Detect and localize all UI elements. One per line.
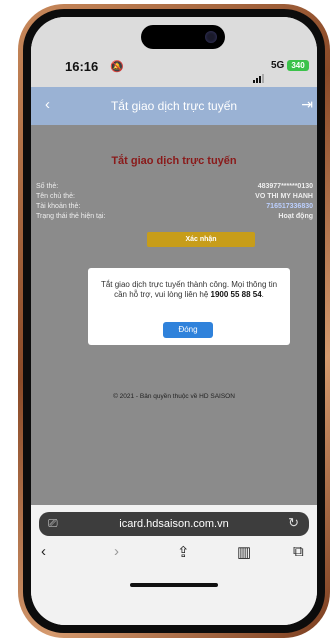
close-dialog-button[interactable]: Đóng — [163, 322, 213, 338]
row-value: Hoạt động — [278, 213, 313, 220]
signal-icon — [253, 65, 265, 83]
row-label: Tài khoản thẻ: — [36, 203, 81, 210]
copyright-text: © 2021 - Bản quyền thuộc về HD SAISON — [113, 393, 235, 400]
app-header: ‹ Tắt giao dịch trực tuyến ⇥ — [31, 87, 317, 125]
info-row-card-number: Số thẻ: 483977******0130 — [36, 183, 313, 190]
header-title: Tắt giao dịch trực tuyến — [110, 99, 238, 113]
status-time: 16:16 — [65, 59, 99, 74]
dialog-message: Tắt giao dịch trực tuyến thành công. Mọi… — [94, 280, 284, 300]
status-bar: 16:16 🔕 5G 340 — [31, 17, 317, 87]
row-value: 483977******0130 — [257, 183, 313, 190]
logout-icon[interactable]: ⇥ — [301, 96, 313, 113]
share-icon[interactable]: ⇪ — [177, 543, 190, 561]
page-title: Tắt giao dịch trực tuyến — [111, 155, 237, 167]
info-row-card-account: Tài khoản thẻ: 716517336830 — [36, 203, 313, 210]
address-bar[interactable]: ⎚ icard.hdsaison.com.vn ↻ — [39, 512, 309, 536]
book-icon[interactable]: ▥ — [237, 543, 251, 561]
home-indicator[interactable] — [130, 583, 218, 587]
network-type: 5G — [271, 60, 285, 71]
battery-icon: 340 — [287, 60, 309, 71]
row-label: Số thẻ: — [36, 183, 59, 190]
pages-icon[interactable]: ⧉ — [293, 543, 304, 560]
forward-icon[interactable]: › — [114, 543, 119, 560]
browser-toolbar: ⎚ icard.hdsaison.com.vn ↻ ‹ › ⇪ ▥ ⧉ — [31, 505, 317, 625]
phone-screen: 16:16 🔕 5G 340 ‹ Tắt giao dịch trực tuyế… — [31, 17, 317, 625]
camera-icon — [205, 31, 217, 43]
success-dialog: Tắt giao dịch trực tuyến thành công. Mọi… — [88, 268, 290, 345]
page-content: Tắt giao dịch trực tuyến Số thẻ: 483977*… — [31, 125, 317, 505]
bell-muted-icon: 🔕 — [110, 61, 124, 73]
dynamic-island — [141, 25, 225, 49]
row-value: VO THI MY HANH — [255, 193, 313, 200]
row-value: 716517336830 — [266, 203, 313, 210]
row-label: Trạng thái thẻ hiện tại: — [36, 213, 106, 220]
info-row-card-status: Trạng thái thẻ hiện tại: Hoạt động — [36, 213, 313, 220]
url-text: icard.hdsaison.com.vn — [119, 518, 229, 530]
dialog-message-end: . — [261, 290, 264, 299]
row-label: Tên chủ thẻ: — [36, 193, 75, 200]
support-phone: 1900 55 88 54 — [210, 290, 262, 299]
info-row-holder-name: Tên chủ thẻ: VO THI MY HANH — [36, 193, 313, 200]
reload-icon[interactable]: ↻ — [288, 515, 299, 531]
back-icon[interactable]: ‹ — [41, 543, 46, 560]
confirm-button[interactable]: Xác nhận — [147, 232, 255, 247]
